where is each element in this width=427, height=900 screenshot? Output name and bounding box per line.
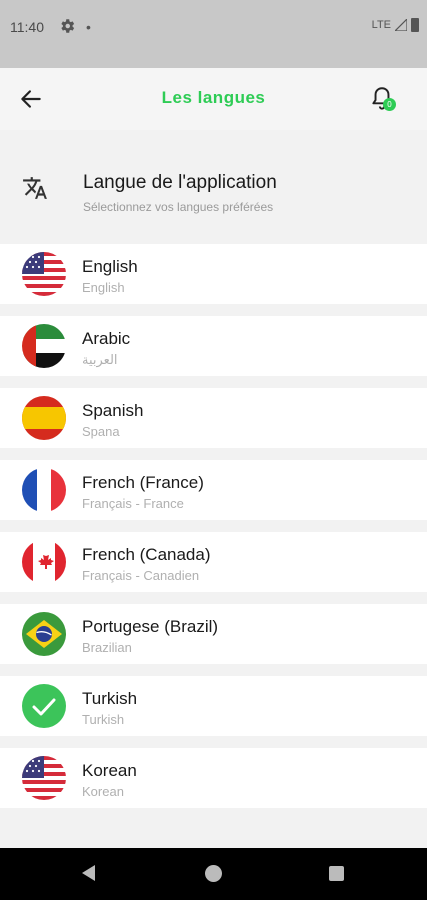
nav-home-icon[interactable] xyxy=(205,865,222,882)
language-native-name: English xyxy=(82,280,125,295)
language-native-name: Korean xyxy=(82,784,124,799)
notification-dot-icon: • xyxy=(86,19,91,35)
section-subtitle: Sélectionnez vos langues préférées xyxy=(83,200,274,214)
system-nav-bar xyxy=(0,848,427,900)
app-bar: Les langues 0 xyxy=(0,68,427,130)
language-item-french-canada[interactable]: French (Canada) Français - Canadien xyxy=(0,532,427,592)
uae-flag-icon xyxy=(22,324,66,368)
language-native-name: Français - France xyxy=(82,496,184,511)
language-name: French (Canada) xyxy=(82,545,211,564)
status-bar: 11:40 • LTE xyxy=(0,0,427,68)
translate-icon xyxy=(23,177,47,199)
signal-icon xyxy=(395,19,407,31)
language-name: Turkish xyxy=(82,689,138,708)
brazil-flag-icon xyxy=(22,612,66,656)
language-item-arabic[interactable]: Arabic العربية xyxy=(0,316,427,376)
language-list: English English Arabic العربية Spanish S… xyxy=(0,244,427,820)
nav-back-icon[interactable] xyxy=(82,865,95,881)
france-flag-icon xyxy=(22,468,66,512)
app-language-header: Langue de l'application Sélectionnez vos… xyxy=(0,150,427,230)
network-type: LTE xyxy=(371,19,391,31)
language-name: French (France) xyxy=(82,473,204,492)
language-name: English xyxy=(82,257,138,276)
page-title: Les langues xyxy=(161,88,266,107)
status-time: 11:40 xyxy=(10,19,44,35)
language-item-turkish[interactable]: Turkish Turkish xyxy=(0,676,427,736)
language-item-portugese-brazil[interactable]: Portugese (Brazil) Brazilian xyxy=(0,604,427,664)
section-title: Langue de l'application xyxy=(83,172,277,193)
status-indicators: LTE xyxy=(372,18,419,32)
language-item-french-france[interactable]: French (France) Français - France xyxy=(0,460,427,520)
language-name: Spanish xyxy=(82,401,144,420)
language-name: Korean xyxy=(82,761,137,780)
language-native-name: Spana xyxy=(82,424,120,439)
language-item-english[interactable]: English English xyxy=(0,244,427,304)
battery-icon xyxy=(411,18,419,32)
language-native-name: Brazilian xyxy=(82,640,132,655)
selected-check-icon xyxy=(22,684,66,728)
language-name: Arabic xyxy=(82,329,131,348)
spain-flag-icon xyxy=(22,396,66,440)
canada-flag-icon xyxy=(22,540,66,584)
language-name: Portugese (Brazil) xyxy=(82,617,219,636)
us-flag-icon xyxy=(22,756,66,800)
nav-recents-icon[interactable] xyxy=(329,866,344,881)
language-native-name: Turkish xyxy=(82,712,125,727)
settings-gear-icon xyxy=(61,19,75,33)
notification-badge: 0 xyxy=(383,98,396,111)
us-flag-icon xyxy=(22,252,66,296)
language-item-korean[interactable]: Korean Korean xyxy=(0,748,427,808)
language-native-name: Français - Canadien xyxy=(82,568,200,583)
language-native-name: العربية xyxy=(82,352,118,367)
language-item-spanish[interactable]: Spanish Spana xyxy=(0,388,427,448)
